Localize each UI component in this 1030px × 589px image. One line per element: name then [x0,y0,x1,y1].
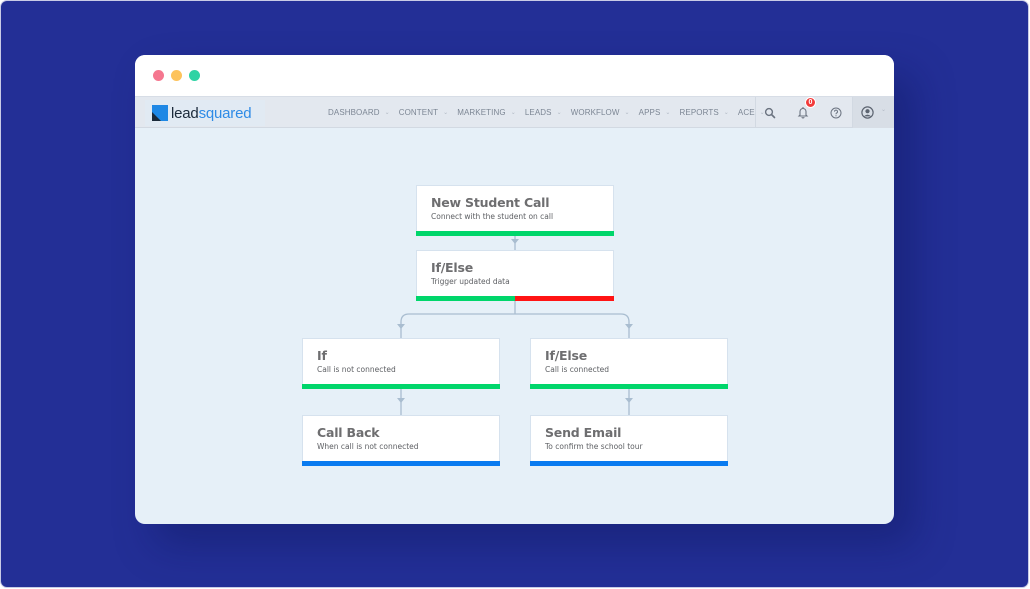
window-minimize-dot[interactable] [171,70,182,81]
node-subtitle: Connect with the student on call [431,212,554,221]
chevron-down-icon: ⌄ [624,110,630,116]
menu-label: ACE [737,108,755,117]
connector-arrow-icon [397,398,405,403]
chevron-down-icon: ⌄ [510,110,516,116]
menu-leads[interactable]: LEADS ⌄ [525,108,562,117]
node-title: If [317,348,327,363]
user-avatar-icon [861,106,874,119]
chevron-down-icon: ⌄ [556,110,562,116]
connector-arrow-icon [397,324,405,329]
node-status-bar [302,384,500,389]
help-icon [830,107,842,118]
connector-arrow-icon [511,239,519,244]
node-status-bar [530,461,728,466]
leadsquared-logo[interactable]: leadsquared [145,100,265,126]
status-bar-segment-green [302,384,500,389]
node-title: If/Else [545,348,587,363]
connector-arrow-icon [625,324,633,329]
logo-text: leadsquared [171,104,252,122]
logo-text-squared: squared [198,104,252,122]
help-button[interactable] [821,97,851,128]
status-bar-segment-green [416,296,515,301]
window-close-dot[interactable] [153,70,164,81]
notification-badge: 0 [805,97,816,108]
menu-label: REPORTS [679,108,719,117]
node-status-bar [302,461,500,466]
node-subtitle: When call is not connected [317,442,419,451]
menu-label: WORKFLOW [570,108,620,117]
menu-content[interactable]: CONTENT ⌄ [399,108,449,117]
app-window: leadsquared DASHBOARD ⌄ CONTENT ⌄ MARKETIN… [135,55,894,524]
node-title: Call Back [317,425,380,440]
node-status-bar [416,296,614,301]
workflow-node-if-not-connected[interactable]: If Call is not connected [302,338,500,389]
main-menu: DASHBOARD ⌄ CONTENT ⌄ MARKETING ⌄ LEADS ⌄ WO… [328,97,774,128]
status-bar-segment-red [515,296,614,301]
search-icon [764,107,776,118]
status-bar-segment-green [416,231,614,236]
node-status-bar [530,384,728,389]
menu-workflow[interactable]: WORKFLOW ⌄ [571,108,630,117]
status-bar-segment-green [530,384,728,389]
node-subtitle: To confirm the school tour [545,442,643,451]
menu-reports[interactable]: REPORTS ⌄ [680,108,729,117]
logo-mark-icon [152,105,168,121]
chevron-down-icon: ⌄ [443,110,449,116]
branch-connector-line [400,301,630,338]
chevron-down-icon: ⌄ [384,110,390,116]
workflow-node-send-email[interactable]: Send Email To confirm the school tour [530,415,728,466]
node-status-bar [416,231,614,236]
workflow-node-if-else-trigger[interactable]: If/Else Trigger updated data [416,250,614,301]
menu-marketing[interactable]: MARKETING ⌄ [457,108,516,117]
bell-icon [797,107,809,119]
workflow-node-call-back[interactable]: Call Back When call is not connected [302,415,500,466]
window-maximize-dot[interactable] [189,70,200,81]
status-bar-segment-blue [302,461,500,466]
menu-dashboard[interactable]: DASHBOARD ⌄ [328,108,390,117]
status-bar-segment-blue [530,461,728,466]
notifications-button[interactable]: 0 [788,97,818,128]
logo-text-lead: lead [171,104,199,122]
menu-label: LEADS [524,108,552,117]
node-subtitle: Trigger updated data [431,277,510,286]
connector-arrow-icon [625,398,633,403]
menu-apps[interactable]: APPS ⌄ [639,108,671,117]
chevron-down-icon: ⌄ [665,110,671,116]
top-navbar: leadsquared DASHBOARD ⌄ CONTENT ⌄ MARKETIN… [135,96,894,128]
workflow-canvas: New Student Call Connect with the student… [135,128,894,524]
menu-label: APPS [638,108,661,117]
node-title: If/Else [431,260,473,275]
node-title: Send Email [545,425,622,440]
menu-label: CONTENT [398,108,439,117]
node-subtitle: Call is connected [545,365,610,374]
nav-divider [852,97,853,128]
chevron-down-icon: ⌄ [881,107,887,113]
account-menu[interactable]: ⌄ [852,97,894,128]
workflow-node-if-else-connected[interactable]: If/Else Call is connected [530,338,728,389]
chevron-down-icon: ⌄ [723,110,729,116]
window-titlebar [135,55,894,96]
search-button[interactable] [755,97,785,128]
menu-label: DASHBOARD [328,108,380,117]
node-title: New Student Call [431,195,550,210]
node-subtitle: Call is not connected [317,365,396,374]
menu-label: MARKETING [457,108,506,117]
workflow-node-new-student-call[interactable]: New Student Call Connect with the student… [416,185,614,236]
